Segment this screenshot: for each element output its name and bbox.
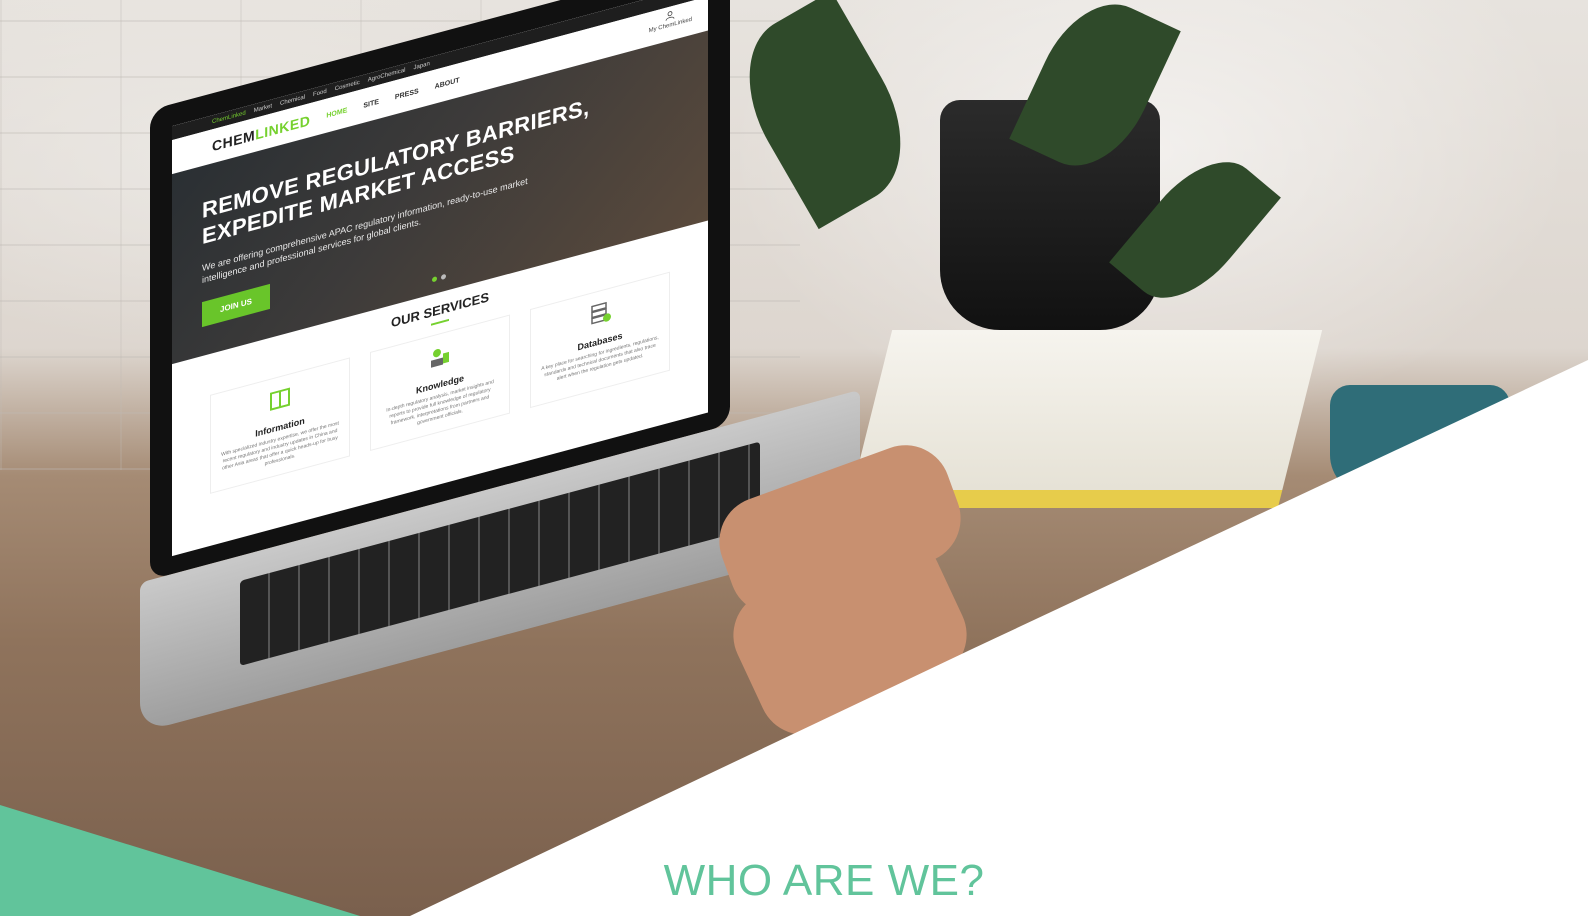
headline-text: WHO ARE WE? bbox=[663, 856, 985, 905]
nav-press[interactable]: PRESS bbox=[395, 88, 419, 101]
user-icon bbox=[665, 11, 675, 21]
nav-site[interactable]: SITE bbox=[363, 98, 379, 109]
knowledge-people-icon bbox=[431, 348, 449, 368]
page-stage: ChemLinked Market Chemical Food Cosmetic… bbox=[0, 0, 1588, 916]
service-card-information[interactable]: Information With specialized industry ex… bbox=[210, 357, 350, 494]
heading-underline bbox=[431, 318, 449, 326]
who-are-we-heading: WHO ARE WE? bbox=[0, 846, 1588, 916]
topbar-item[interactable]: Japan bbox=[413, 61, 429, 71]
carousel-dots bbox=[432, 273, 446, 283]
topbar-item[interactable]: Market bbox=[254, 103, 272, 114]
join-us-button[interactable]: JOIN US bbox=[202, 283, 271, 328]
carousel-dot[interactable] bbox=[441, 273, 446, 281]
service-card-databases[interactable]: Databases A key place for searching for … bbox=[530, 271, 670, 409]
information-book-icon bbox=[270, 387, 290, 411]
topbar-item[interactable]: Food bbox=[313, 89, 327, 99]
databases-stack-icon bbox=[591, 301, 611, 325]
nav-home[interactable]: HOME bbox=[326, 107, 347, 120]
service-card-knowledge[interactable]: Knowledge In-depth regulatory analysis, … bbox=[370, 314, 510, 452]
carousel-dot[interactable] bbox=[432, 276, 437, 283]
nav-about[interactable]: ABOUT bbox=[435, 77, 460, 91]
